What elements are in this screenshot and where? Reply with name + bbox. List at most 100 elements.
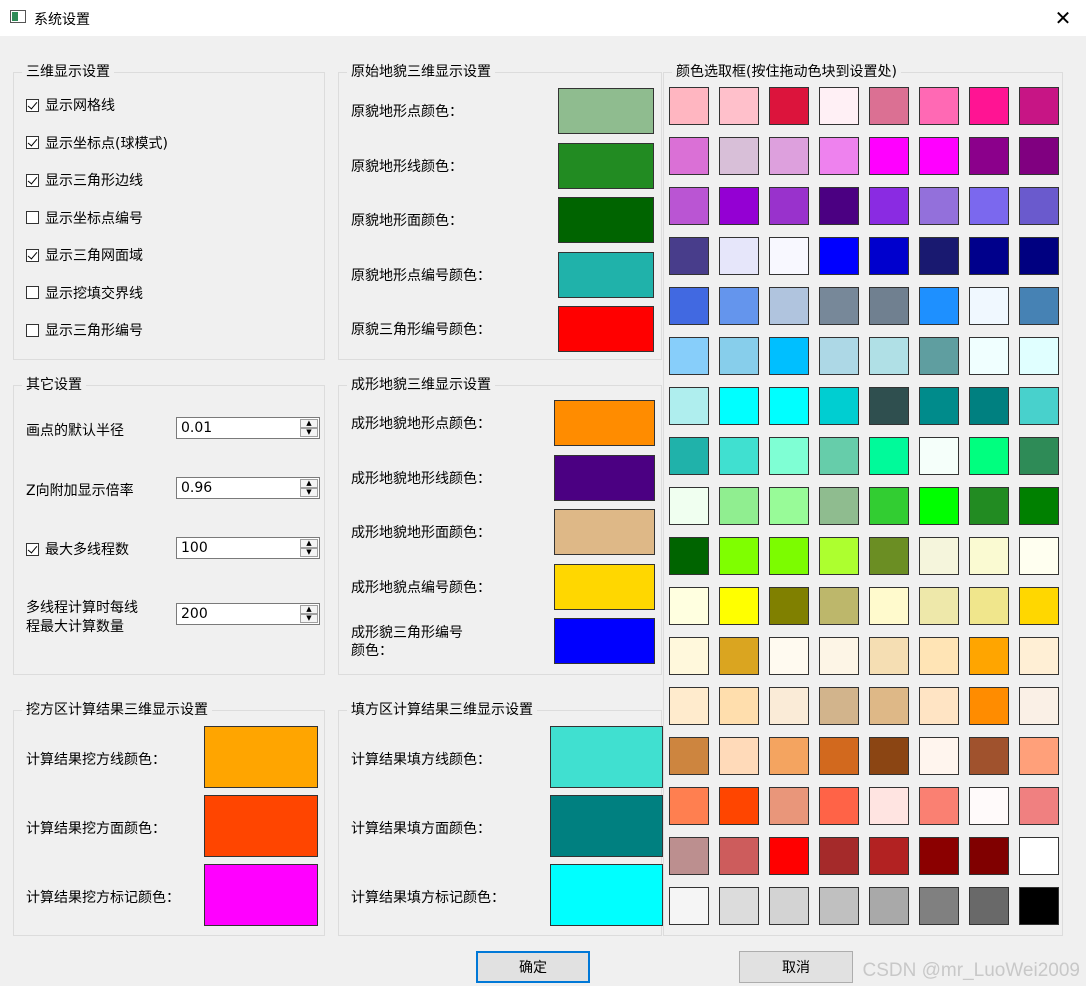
- palette-color-cell[interactable]: [719, 587, 759, 625]
- palette-color-cell[interactable]: [969, 687, 1009, 725]
- palette-color-cell[interactable]: [919, 237, 959, 275]
- palette-color-cell[interactable]: [819, 437, 859, 475]
- palette-color-cell[interactable]: [719, 537, 759, 575]
- palette-color-cell[interactable]: [669, 237, 709, 275]
- display3d-option-4[interactable]: 显示三角网面域: [26, 245, 143, 265]
- original-color-swatch-3[interactable]: [558, 251, 654, 298]
- display3d-option-5[interactable]: 显示挖填交界线: [26, 283, 143, 303]
- palette-color-cell[interactable]: [919, 537, 959, 575]
- palette-color-cell[interactable]: [819, 137, 859, 175]
- formed-color-swatch-3[interactable]: [554, 563, 655, 610]
- palette-color-cell[interactable]: [1019, 137, 1059, 175]
- spin-up-arrow-icon[interactable]: ▲: [300, 479, 318, 488]
- original-color-swatch-4[interactable]: [558, 306, 654, 352]
- palette-color-cell[interactable]: [969, 87, 1009, 125]
- palette-color-cell[interactable]: [669, 737, 709, 775]
- spin-up-arrow-icon[interactable]: ▲: [300, 539, 318, 548]
- palette-color-cell[interactable]: [719, 637, 759, 675]
- palette-color-cell[interactable]: [769, 187, 809, 225]
- palette-color-cell[interactable]: [969, 887, 1009, 925]
- palette-color-cell[interactable]: [819, 737, 859, 775]
- display3d-option-3[interactable]: 显示坐标点编号: [26, 208, 143, 228]
- threads-spinbox[interactable]: 100 ▲ ▼: [176, 537, 320, 559]
- radius-spinbox[interactable]: 0.01 ▲ ▼: [176, 417, 320, 439]
- spin-down-arrow-icon[interactable]: ▼: [300, 548, 318, 557]
- palette-color-cell[interactable]: [819, 237, 859, 275]
- palette-color-cell[interactable]: [819, 487, 859, 525]
- palette-color-cell[interactable]: [1019, 737, 1059, 775]
- palette-color-cell[interactable]: [969, 837, 1009, 875]
- palette-color-cell[interactable]: [969, 587, 1009, 625]
- palette-color-cell[interactable]: [769, 237, 809, 275]
- palette-color-cell[interactable]: [669, 387, 709, 425]
- display3d-checkbox-1[interactable]: [26, 136, 39, 149]
- close-button[interactable]: ✕: [1040, 0, 1086, 36]
- palette-color-cell[interactable]: [719, 87, 759, 125]
- palette-color-cell[interactable]: [1019, 587, 1059, 625]
- palette-color-cell[interactable]: [819, 787, 859, 825]
- palette-color-cell[interactable]: [769, 787, 809, 825]
- palette-color-cell[interactable]: [869, 637, 909, 675]
- palette-color-cell[interactable]: [869, 737, 909, 775]
- palette-color-cell[interactable]: [669, 587, 709, 625]
- palette-color-cell[interactable]: [769, 737, 809, 775]
- original-color-swatch-0[interactable]: [558, 88, 654, 134]
- cut-color-swatch-0[interactable]: [204, 726, 318, 788]
- spin-down-arrow-icon[interactable]: ▼: [300, 614, 318, 623]
- palette-color-cell[interactable]: [669, 187, 709, 225]
- display3d-checkbox-3[interactable]: [26, 211, 39, 224]
- spin-up-arrow-icon[interactable]: ▲: [300, 419, 318, 428]
- formed-color-swatch-0[interactable]: [554, 400, 655, 446]
- palette-color-cell[interactable]: [819, 387, 859, 425]
- palette-color-cell[interactable]: [1019, 637, 1059, 675]
- palette-color-cell[interactable]: [919, 137, 959, 175]
- palette-color-cell[interactable]: [669, 437, 709, 475]
- palette-color-cell[interactable]: [969, 237, 1009, 275]
- palette-color-cell[interactable]: [1019, 87, 1059, 125]
- palette-color-cell[interactable]: [719, 687, 759, 725]
- palette-color-cell[interactable]: [869, 87, 909, 125]
- palette-color-cell[interactable]: [769, 837, 809, 875]
- palette-color-cell[interactable]: [919, 87, 959, 125]
- palette-color-cell[interactable]: [969, 537, 1009, 575]
- palette-color-cell[interactable]: [869, 237, 909, 275]
- palette-color-cell[interactable]: [819, 587, 859, 625]
- palette-color-cell[interactable]: [719, 737, 759, 775]
- zscale-spinbox[interactable]: 0.96 ▲ ▼: [176, 477, 320, 499]
- display3d-option-2[interactable]: 显示三角形边线: [26, 170, 143, 190]
- display3d-option-6[interactable]: 显示三角形编号: [26, 320, 143, 340]
- palette-color-cell[interactable]: [769, 537, 809, 575]
- palette-color-cell[interactable]: [1019, 787, 1059, 825]
- cut-color-swatch-1[interactable]: [204, 795, 318, 857]
- palette-color-cell[interactable]: [869, 587, 909, 625]
- palette-color-cell[interactable]: [669, 287, 709, 325]
- palette-color-cell[interactable]: [919, 587, 959, 625]
- palette-color-cell[interactable]: [819, 687, 859, 725]
- palette-color-cell[interactable]: [819, 287, 859, 325]
- palette-color-cell[interactable]: [919, 737, 959, 775]
- display3d-checkbox-4[interactable]: [26, 248, 39, 262]
- palette-color-cell[interactable]: [969, 787, 1009, 825]
- palette-color-cell[interactable]: [969, 737, 1009, 775]
- palette-color-cell[interactable]: [769, 337, 809, 375]
- palette-color-cell[interactable]: [1019, 237, 1059, 275]
- palette-color-cell[interactable]: [869, 287, 909, 325]
- display3d-checkbox-0[interactable]: [26, 98, 39, 112]
- spin-down-arrow-icon[interactable]: ▼: [300, 488, 318, 497]
- palette-color-cell[interactable]: [719, 887, 759, 925]
- palette-color-cell[interactable]: [669, 887, 709, 925]
- palette-color-cell[interactable]: [919, 887, 959, 925]
- fill-color-swatch-0[interactable]: [550, 726, 663, 788]
- palette-color-cell[interactable]: [919, 387, 959, 425]
- palette-color-cell[interactable]: [869, 137, 909, 175]
- palette-color-cell[interactable]: [919, 187, 959, 225]
- palette-color-cell[interactable]: [869, 187, 909, 225]
- threads-checkbox[interactable]: [26, 542, 39, 556]
- display3d-checkbox-5[interactable]: [26, 286, 39, 299]
- formed-color-swatch-4[interactable]: [554, 618, 655, 664]
- palette-color-cell[interactable]: [1019, 187, 1059, 225]
- cut-color-swatch-2[interactable]: [204, 864, 318, 926]
- palette-color-cell[interactable]: [969, 637, 1009, 675]
- palette-color-cell[interactable]: [719, 787, 759, 825]
- spin-down-arrow-icon[interactable]: ▼: [300, 428, 318, 437]
